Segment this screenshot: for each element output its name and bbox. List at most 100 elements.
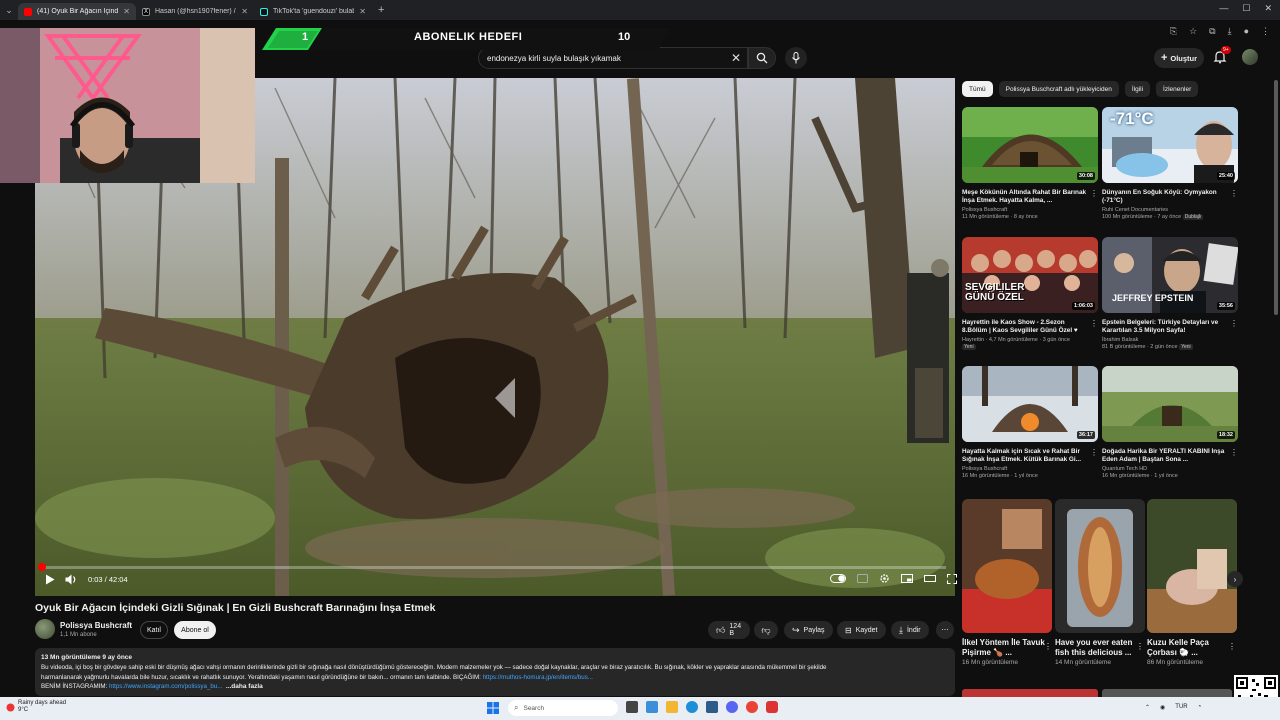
recommended-video[interactable]: SEVGILILER GÜNÜ ÖZEL 1:06:03 Hayrettin i… <box>962 237 1098 350</box>
video-card-title[interactable]: Hayrettin ile Kaos Show - 2.Sezon 8.Bölü… <box>962 319 1090 336</box>
short-thumbnail[interactable] <box>1055 499 1145 633</box>
maximize-icon[interactable]: ☐ <box>1242 3 1250 14</box>
task-view-icon[interactable] <box>626 701 638 713</box>
chrome-icon[interactable] <box>746 701 758 713</box>
like-button[interactable]: 👍︎ 124 B <box>708 621 750 639</box>
theater-mode-icon[interactable] <box>924 574 936 583</box>
settings-gear-icon[interactable] <box>879 573 890 584</box>
chip-related[interactable]: İlgili <box>1124 81 1151 97</box>
video-card-channel[interactable]: Polissya Bushcraft <box>962 466 1098 472</box>
chip-watched[interactable]: İzlenenler <box>1156 81 1199 97</box>
video-card-channel[interactable]: Ruhi Cenet Documentaries <box>1102 207 1238 213</box>
tray-app-icon[interactable]: ◉ <box>1160 704 1165 711</box>
windows-start-icon[interactable] <box>486 701 500 715</box>
video-thumbnail[interactable]: 30:08 <box>962 107 1098 183</box>
voice-search-button[interactable] <box>785 47 807 69</box>
short-menu-icon[interactable]: ⋮ <box>1136 642 1144 651</box>
extensions-icon[interactable]: ⧉ <box>1209 26 1215 37</box>
new-tab-button[interactable]: + <box>378 4 384 16</box>
browser-tab-youtube[interactable]: (41) Oyuk Bir Ağacın İçindeki G ✕ <box>18 3 136 20</box>
app-icon[interactable] <box>766 701 778 713</box>
card-menu-icon[interactable]: ⋮ <box>1090 319 1098 328</box>
video-thumbnail[interactable]: 36:17 <box>962 366 1098 442</box>
channel-avatar[interactable] <box>35 619 55 639</box>
video-card-title[interactable]: Epstein Belgeleri: Türkiye Detayları ve … <box>1102 319 1230 336</box>
close-tab-icon[interactable]: ✕ <box>241 7 248 16</box>
subscribe-button[interactable]: Abone ol <box>174 621 216 639</box>
download-icon[interactable]: ⤓ <box>1228 26 1232 37</box>
short-menu-icon[interactable]: ⋮ <box>1044 642 1052 651</box>
file-explorer-icon[interactable] <box>666 701 678 713</box>
show-more-link[interactable]: ...daha fazla <box>226 683 263 690</box>
instagram-link[interactable]: https://www.instagram.com/polissya_bu... <box>109 683 222 690</box>
search-input[interactable]: endonezya kirli suyla bulaşık yıkamak ✕ <box>478 47 748 69</box>
more-icon[interactable]: ⋮ <box>1261 26 1270 37</box>
copilot-icon[interactable] <box>646 701 658 713</box>
video-thumbnail[interactable]: JEFFREY EPSTEIN 35:56 <box>1102 237 1238 313</box>
description-box[interactable]: 13 Mn görüntüleme 9 ay önce Bu videoda, … <box>35 648 955 696</box>
browser-tab-x[interactable]: X Hasan (@hsn1907fener) / X ✕ <box>136 3 254 20</box>
short-title[interactable]: Kuzu Kelle Paça Çorbası 🐑 ... <box>1147 638 1237 658</box>
discord-icon[interactable] <box>726 701 738 713</box>
tab-search-icon[interactable]: ⌄ <box>0 0 18 20</box>
short-title[interactable]: Have you ever eaten fish this delicious … <box>1055 638 1145 658</box>
subtitles-icon[interactable] <box>857 574 868 583</box>
video-thumbnail[interactable]: -71°C 25:40 <box>1102 107 1238 183</box>
sidebar-scrollbar[interactable] <box>1274 80 1278 315</box>
weather-widget[interactable]: Rainy days ahead 9°C <box>18 700 66 714</box>
minimize-icon[interactable]: — <box>1219 3 1228 14</box>
card-menu-icon[interactable]: ⋮ <box>1230 189 1238 198</box>
play-icon[interactable] <box>45 574 55 585</box>
dislike-button[interactable]: 👎︎ <box>754 621 778 639</box>
save-button[interactable]: ⊟ Kaydet <box>837 621 886 639</box>
video-card-title[interactable]: Dünyanın En Soğuk Köyü: Oymyakon (-71°C) <box>1102 189 1230 206</box>
miniplayer-icon[interactable] <box>901 574 913 583</box>
channel-name[interactable]: Polissya Bushcraft <box>60 621 132 630</box>
card-menu-icon[interactable]: ⋮ <box>1230 448 1238 457</box>
close-window-icon[interactable]: ✕ <box>1264 3 1272 14</box>
shorts-next-arrow-icon[interactable]: › <box>1227 571 1243 587</box>
download-button[interactable]: ⤓ İndir <box>891 621 929 639</box>
video-card-channel[interactable]: Quantum Tech HD <box>1102 466 1238 472</box>
video-thumbnail[interactable]: SEVGILILER GÜNÜ ÖZEL 1:06:03 <box>962 237 1098 313</box>
autoplay-toggle-icon[interactable] <box>830 574 846 583</box>
chip-all[interactable]: Tümü <box>962 81 993 97</box>
card-menu-icon[interactable]: ⋮ <box>1230 319 1238 328</box>
short-video[interactable]: Kuzu Kelle Paça Çorbası 🐑 ... 86 Mn görü… <box>1147 499 1237 666</box>
short-thumbnail[interactable] <box>1147 499 1237 633</box>
recommended-video[interactable]: 30:08 Meşe Kökünün Altında Rahat Bir Bar… <box>962 107 1098 220</box>
card-menu-icon[interactable]: ⋮ <box>1090 189 1098 198</box>
close-tab-icon[interactable]: ✕ <box>123 7 130 16</box>
browser-tab-tiktok[interactable]: TikTok'ta 'guendouzi' bulabilirs ✕ <box>254 3 372 20</box>
recommended-video[interactable]: 36:17 Hayatta Kalmak için Sıcak ve Rahat… <box>962 366 1098 479</box>
video-card-title[interactable]: Meşe Kökünün Altında Rahat Bir Barınak İ… <box>962 189 1090 206</box>
clear-search-icon[interactable]: ✕ <box>731 51 741 65</box>
more-actions-button[interactable]: ⋯ <box>936 621 954 639</box>
recommended-video[interactable]: -71°C 25:40 Dünyanın En Soğuk Köyü: Oymy… <box>1102 107 1238 220</box>
create-button[interactable]: + Oluştur <box>1154 48 1204 68</box>
video-card-channel[interactable]: Polissya Bushcraft <box>962 207 1098 213</box>
language-indicator[interactable]: TUR <box>1175 704 1187 711</box>
video-card-channel[interactable]: İbrahim Balsak <box>1102 337 1238 343</box>
short-video[interactable]: İlkel Yöntem İle Tavuk Pişirme 🍗 ... 16 … <box>962 499 1052 666</box>
join-button[interactable]: Katıl <box>140 621 168 639</box>
card-menu-icon[interactable]: ⋮ <box>1090 448 1098 457</box>
progress-scrubber[interactable] <box>38 563 46 571</box>
cast-icon[interactable]: ⎘ <box>1170 26 1177 37</box>
video-card-title[interactable]: Hayatta Kalmak için Sıcak ve Rahat Bir S… <box>962 448 1090 465</box>
store-icon[interactable] <box>706 701 718 713</box>
video-thumbnail[interactable]: 18:32 <box>1102 366 1238 442</box>
fullscreen-icon[interactable] <box>947 573 957 584</box>
recommended-video[interactable]: 18:32 Doğada Harika Bir YERALTI KABİNİ İ… <box>1102 366 1238 479</box>
video-card-channel[interactable]: Hayrettin <box>962 337 984 343</box>
star-icon[interactable]: ☆ <box>1189 26 1197 37</box>
taskbar-search[interactable]: ⌕ Search <box>508 700 618 716</box>
tray-chevron-icon[interactable]: ⌃ <box>1145 704 1150 711</box>
edge-icon[interactable] <box>686 701 698 713</box>
recommended-video[interactable]: JEFFREY EPSTEIN 35:56 Epstein Belgeleri:… <box>1102 237 1238 350</box>
volume-icon[interactable] <box>65 574 78 585</box>
short-menu-icon[interactable]: ⋮ <box>1228 642 1236 651</box>
chip-from-uploader[interactable]: Polissya Buschcraft adlı yükleyiciden <box>998 81 1119 97</box>
share-button[interactable]: ↪ Paylaş <box>784 621 833 639</box>
short-thumbnail[interactable] <box>962 499 1052 633</box>
